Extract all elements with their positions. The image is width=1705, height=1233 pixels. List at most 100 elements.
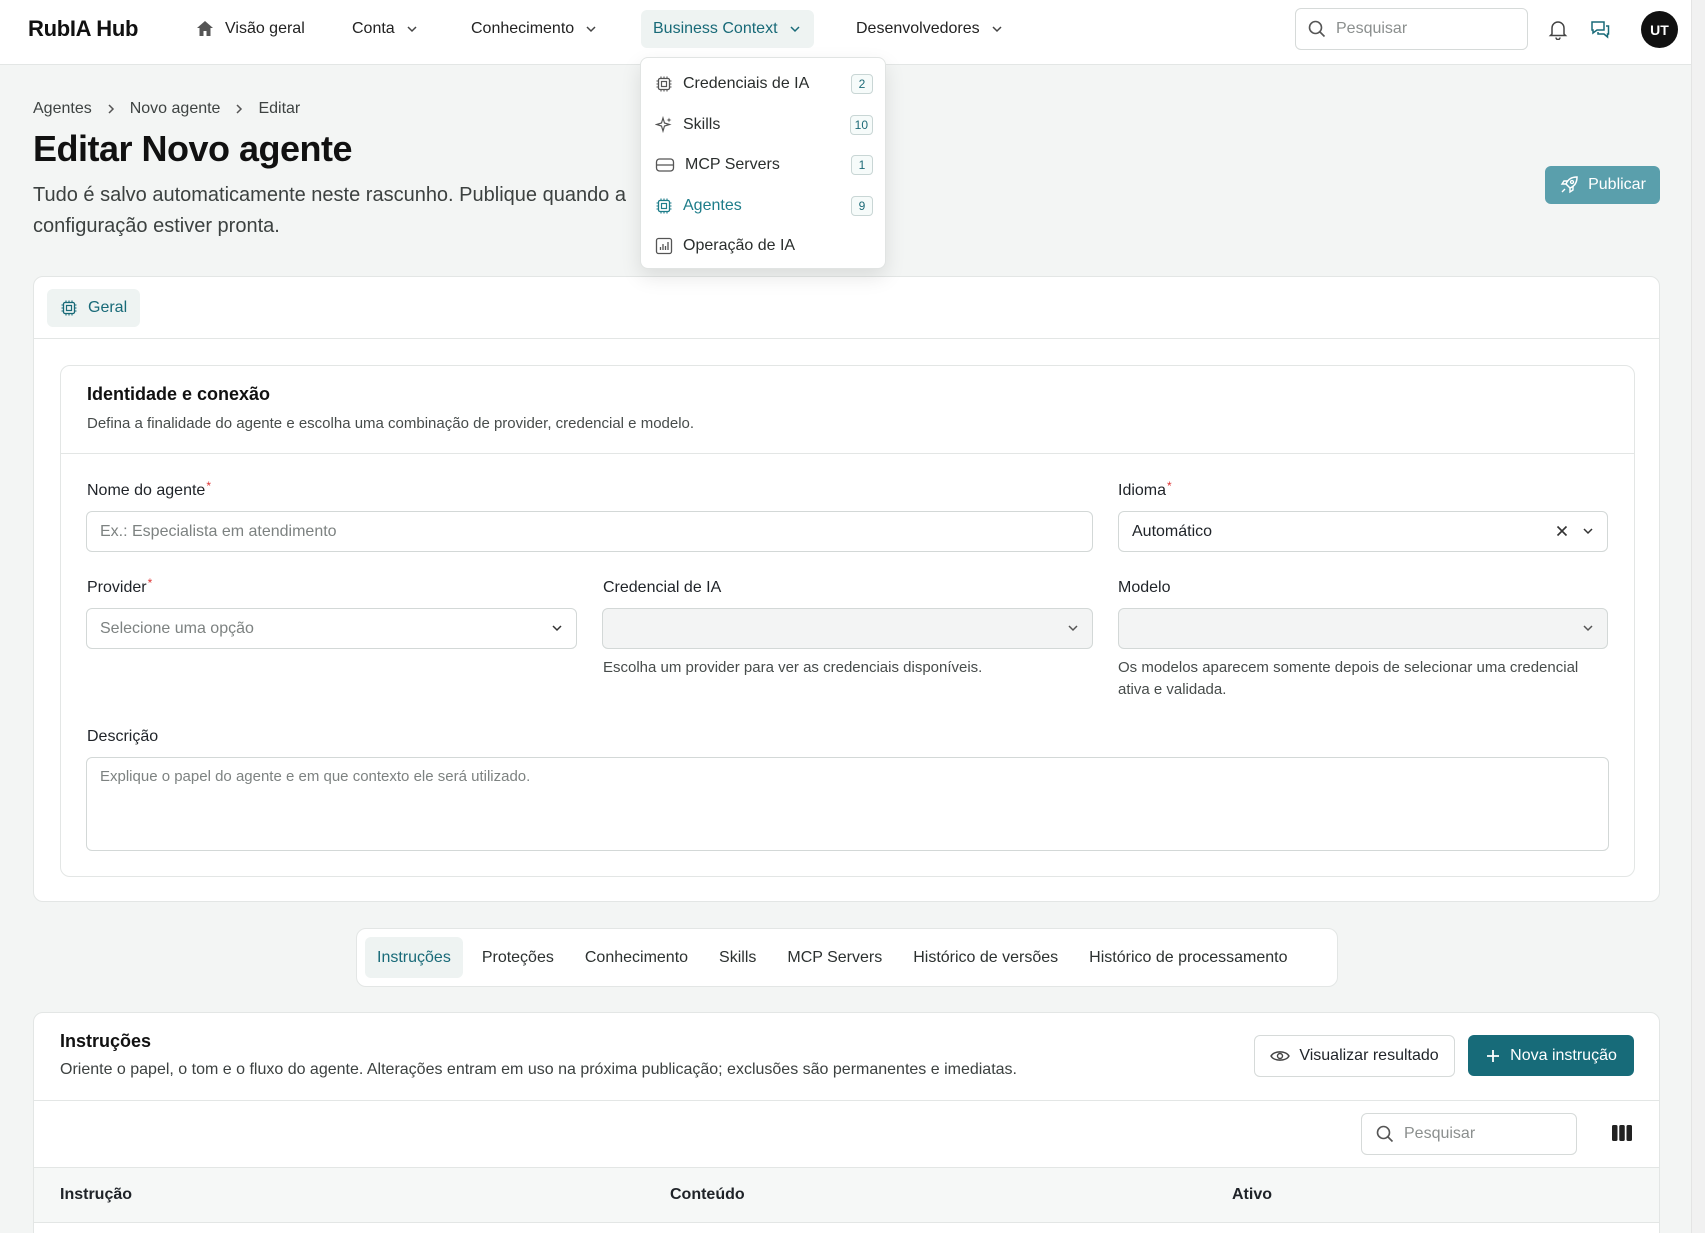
server-icon bbox=[655, 156, 675, 174]
dropdown-item-operacao[interactable]: Operação de IA bbox=[641, 226, 885, 267]
dropdown-item-label: Skills bbox=[683, 115, 721, 133]
tab-conhecimento[interactable]: Conhecimento bbox=[573, 937, 700, 978]
table-header: Instrução Conteúdo Ativo bbox=[34, 1167, 1659, 1223]
column-conteudo[interactable]: Conteúdo bbox=[670, 1186, 745, 1204]
dropdown-item-label: MCP Servers bbox=[685, 156, 780, 174]
new-instruction-label: Nova instrução bbox=[1510, 1046, 1617, 1064]
dropdown-item-skills[interactable]: Skills 10 bbox=[641, 105, 885, 146]
agent-config-card: Geral Identidade e conexão Defina a fina… bbox=[33, 276, 1660, 902]
nav-conta-label: Conta bbox=[352, 20, 395, 37]
breadcrumb: Agentes Novo agente Editar bbox=[33, 100, 300, 118]
columns-icon[interactable] bbox=[1611, 1124, 1633, 1142]
dropdown-item-label: Agentes bbox=[683, 196, 742, 214]
chevron-down-icon bbox=[1066, 621, 1080, 635]
chevron-right-icon bbox=[106, 103, 116, 115]
tab-skills[interactable]: Skills bbox=[707, 937, 768, 978]
dropdown-item-mcp-servers[interactable]: MCP Servers 1 bbox=[641, 145, 885, 186]
chevron-down-icon bbox=[1581, 621, 1595, 635]
nav-conta[interactable]: Conta bbox=[340, 10, 431, 48]
preview-result-button[interactable]: Visualizar resultado bbox=[1254, 1035, 1455, 1077]
nav-conhecimento[interactable]: Conhecimento bbox=[459, 10, 610, 48]
chevron-down-icon bbox=[584, 22, 598, 36]
tab-mcp-servers[interactable]: MCP Servers bbox=[775, 937, 894, 978]
global-search[interactable] bbox=[1295, 8, 1528, 50]
identity-section: Identidade e conexão Defina a finalidade… bbox=[60, 365, 1635, 877]
agent-subtabs: Instruções Proteções Conhecimento Skills… bbox=[356, 928, 1338, 987]
eye-icon bbox=[1270, 1049, 1291, 1063]
section-description: Defina a finalidade do agente e escolha … bbox=[87, 415, 695, 432]
section-header: Identidade e conexão Defina a finalidade… bbox=[61, 366, 1634, 454]
model-select[interactable] bbox=[1118, 608, 1608, 649]
tab-geral[interactable]: Geral bbox=[47, 289, 141, 327]
instructions-card: Instruções Oriente o papel, o tom e o fl… bbox=[33, 1012, 1660, 1233]
search-icon bbox=[1308, 20, 1326, 38]
divider bbox=[34, 1100, 1659, 1101]
user-avatar[interactable]: UT bbox=[1641, 11, 1678, 48]
bell-icon[interactable] bbox=[1546, 17, 1570, 41]
language-select[interactable]: Automático bbox=[1118, 511, 1608, 552]
provider-placeholder: Selecione uma opção bbox=[100, 619, 254, 637]
nav-home[interactable]: Visão geral bbox=[183, 10, 317, 48]
brand-logo[interactable]: RubIA Hub bbox=[28, 16, 138, 42]
page-subtitle: Tudo é salvo automaticamente neste rascu… bbox=[33, 184, 626, 237]
chevron-down-icon bbox=[788, 22, 802, 36]
chevron-right-icon bbox=[234, 103, 244, 115]
description-textarea[interactable]: Explique o papel do agente e em que cont… bbox=[86, 757, 1609, 851]
chevron-down-icon bbox=[990, 22, 1004, 36]
tab-instrucoes[interactable]: Instruções bbox=[365, 937, 463, 978]
agent-name-input[interactable]: Ex.: Especialista em atendimento bbox=[86, 511, 1093, 552]
dropdown-item-label: Operação de IA bbox=[683, 237, 796, 255]
language-value: Automático bbox=[1132, 522, 1213, 540]
chevron-down-icon bbox=[1581, 524, 1595, 538]
chip-icon bbox=[60, 299, 78, 317]
description-label: Descrição bbox=[87, 728, 159, 745]
column-ativo[interactable]: Ativo bbox=[1232, 1186, 1272, 1204]
plus-icon bbox=[1485, 1048, 1501, 1064]
clear-icon[interactable] bbox=[1555, 524, 1569, 538]
nav-conhecimento-label: Conhecimento bbox=[471, 20, 575, 37]
preview-label: Visualizar resultado bbox=[1299, 1047, 1439, 1064]
tab-geral-label: Geral bbox=[88, 299, 128, 316]
instructions-description: Oriente o papel, o tom e o fluxo do agen… bbox=[60, 1061, 1017, 1078]
column-instrucao[interactable]: Instrução bbox=[60, 1186, 132, 1204]
tab-historico-processamento[interactable]: Histórico de processamento bbox=[1077, 937, 1299, 978]
home-icon bbox=[195, 19, 215, 39]
dropdown-item-agentes[interactable]: Agentes 9 bbox=[641, 186, 885, 227]
model-help: Os modelos aparecem somente depois de se… bbox=[1118, 659, 1579, 698]
publish-button[interactable]: Publicar bbox=[1545, 166, 1660, 204]
count-badge: 9 bbox=[851, 195, 873, 216]
model-label: Modelo bbox=[1118, 579, 1171, 596]
tab-historico-versoes[interactable]: Histórico de versões bbox=[901, 937, 1070, 978]
dropdown-item-credenciais[interactable]: Credenciais de IA 2 bbox=[641, 64, 885, 105]
section-title: Identidade e conexão bbox=[87, 384, 271, 404]
provider-label: Provider* bbox=[87, 576, 153, 596]
table-search[interactable] bbox=[1361, 1113, 1577, 1155]
page-scrollbar[interactable] bbox=[1691, 0, 1705, 1233]
name-label: Nome do agente* bbox=[87, 479, 211, 499]
new-instruction-button[interactable]: Nova instrução bbox=[1468, 1035, 1634, 1076]
rocket-icon bbox=[1559, 175, 1579, 195]
chip-icon bbox=[655, 75, 673, 93]
chevron-down-icon bbox=[405, 22, 419, 36]
page-title: Editar Novo agente bbox=[33, 128, 353, 169]
nav-business-context[interactable]: Business Context bbox=[641, 10, 814, 48]
breadcrumb-novo-agente[interactable]: Novo agente bbox=[130, 100, 221, 118]
global-search-input[interactable] bbox=[1336, 20, 1506, 38]
credential-help: Escolha um provider para ver as credenci… bbox=[603, 659, 983, 676]
count-badge: 1 bbox=[851, 155, 873, 175]
nav-home-label: Visão geral bbox=[225, 20, 305, 37]
nav-business-context-label: Business Context bbox=[653, 20, 778, 37]
nav-desenvolvedores-label: Desenvolvedores bbox=[856, 20, 980, 37]
dropdown-item-label: Credenciais de IA bbox=[683, 75, 810, 93]
provider-select[interactable]: Selecione uma opção bbox=[86, 608, 577, 649]
credential-select[interactable] bbox=[602, 608, 1093, 649]
publish-label: Publicar bbox=[1588, 176, 1646, 193]
table-search-input[interactable] bbox=[1404, 1125, 1554, 1143]
credential-label: Credencial de IA bbox=[603, 579, 722, 596]
language-label: Idioma* bbox=[1118, 479, 1172, 499]
nav-desenvolvedores[interactable]: Desenvolvedores bbox=[844, 10, 1016, 48]
search-icon bbox=[1376, 1125, 1394, 1143]
chat-icon[interactable] bbox=[1588, 17, 1612, 41]
tab-protecoes[interactable]: Proteções bbox=[470, 937, 566, 978]
breadcrumb-agentes[interactable]: Agentes bbox=[33, 100, 92, 118]
